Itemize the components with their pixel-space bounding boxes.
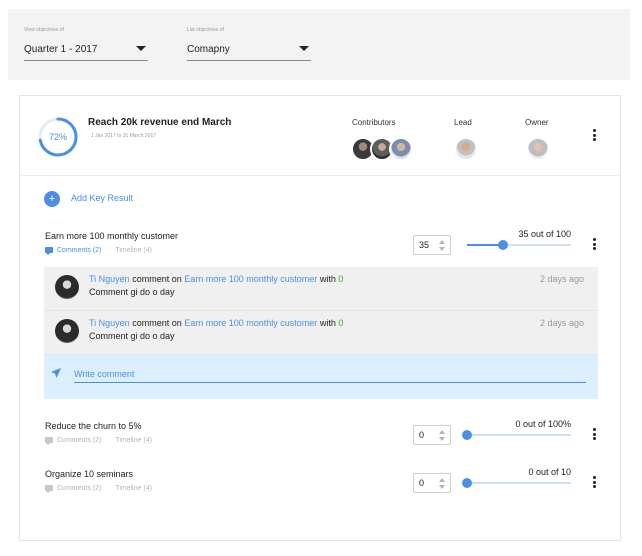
key-result-title[interactable]: Reduce the churn to 5% [45, 421, 142, 431]
stepper-value: 0 [419, 430, 425, 440]
key-result-meta: Comments (2) Timeline (4) [45, 485, 152, 493]
comment-verb: comment on [132, 274, 182, 284]
more-vertical-icon[interactable] [590, 476, 598, 490]
key-result-row: Earn more 100 monthly customer Comments … [20, 229, 620, 271]
key-result-title[interactable]: Earn more 100 monthly customer [45, 231, 178, 241]
contributors-label: Contributors [352, 118, 396, 127]
avatar[interactable] [454, 137, 478, 161]
caret-down-icon[interactable] [136, 46, 146, 51]
stepper-value: 0 [419, 478, 425, 488]
comments-count: Comments (2) [57, 437, 102, 444]
comments-count: Comments (2) [57, 247, 102, 254]
value-stepper[interactable]: 0 [413, 473, 451, 493]
progress-slider[interactable] [467, 240, 571, 250]
filter-bar: View objectives of Quarter 1 - 2017 List… [8, 9, 630, 80]
comment-author[interactable]: Ti Nguyen [89, 318, 130, 328]
more-vertical-icon[interactable] [590, 238, 598, 252]
key-result-title[interactable]: Organize 10 seminars [45, 469, 133, 479]
chat-bubble-icon [45, 247, 53, 255]
comment-target[interactable]: Earn more 100 monthly customer [184, 318, 317, 328]
slider-thumb[interactable] [498, 240, 509, 250]
progress-text: 0 out of 100% [515, 419, 571, 429]
slider-thumb[interactable] [462, 430, 472, 440]
more-vertical-icon[interactable] [590, 129, 598, 143]
view-objectives-filter[interactable]: View objectives of Quarter 1 - 2017 [24, 26, 148, 61]
comment-header: Ti Nguyen comment on Earn more 100 month… [89, 318, 343, 328]
comment-text: Comment gi do o day [89, 331, 175, 341]
send-icon[interactable] [50, 367, 62, 379]
timeline-link[interactable]: Timeline (4) [115, 485, 152, 492]
list-objectives-value: Comapny [187, 44, 230, 55]
avatar[interactable] [389, 137, 413, 161]
plus-icon: + [44, 191, 60, 207]
timeline-link[interactable]: Timeline (4) [115, 437, 152, 444]
view-objectives-label: View objectives of [24, 27, 64, 33]
key-result-meta: Comments (2) Timeline (4) [45, 437, 152, 445]
comment-with: with [319, 318, 336, 328]
progress-slider[interactable] [462, 478, 571, 488]
comment-with: with [319, 274, 336, 284]
chat-bubble-icon [45, 485, 53, 493]
comment-target[interactable]: Earn more 100 monthly customer [184, 274, 317, 284]
owner-label: Owner [525, 118, 549, 127]
key-result-row: Organize 10 seminars Comments (2) Timeli… [20, 467, 620, 509]
list-objectives-select[interactable]: Comapny [187, 39, 311, 61]
view-objectives-select[interactable]: Quarter 1 - 2017 [24, 39, 148, 61]
comment-text: Comment gi do o day [89, 287, 175, 297]
stepper-arrows-icon[interactable] [439, 240, 445, 251]
objective-progress-label: 72% [48, 132, 67, 142]
comment-header: Ti Nguyen comment on Earn more 100 month… [89, 274, 343, 284]
more-vertical-icon[interactable] [590, 428, 598, 442]
objective-title[interactable]: Reach 20k revenue end March [88, 117, 231, 128]
stepper-arrows-icon[interactable] [439, 430, 445, 441]
comment-time: 2 days ago [539, 318, 584, 328]
progress-text: 0 out of 10 [528, 467, 571, 477]
key-result-meta: Comments (2) Timeline (4) [45, 247, 152, 255]
objective-header: 72% Reach 20k revenue end March 1 Jan 20… [20, 96, 620, 176]
value-stepper[interactable]: 0 [413, 425, 451, 445]
avatar[interactable] [526, 137, 550, 161]
avatar[interactable] [55, 275, 79, 299]
objective-card: 72% Reach 20k revenue end March 1 Jan 20… [19, 95, 621, 541]
write-comment-box [44, 355, 598, 399]
comment-time: 2 days ago [539, 274, 584, 284]
key-result-row: Reduce the churn to 5% Comments (2) Time… [20, 419, 620, 461]
slider-thumb[interactable] [462, 478, 472, 488]
progress-slider[interactable] [462, 430, 571, 440]
chat-bubble-icon [45, 437, 53, 445]
comments-link[interactable]: Comments (2) [45, 247, 102, 255]
comment-value: 0 [338, 274, 344, 284]
comment-value: 0 [338, 318, 344, 328]
value-stepper[interactable]: 35 [413, 235, 451, 255]
comments-panel: Ti Nguyen comment on Earn more 100 month… [44, 267, 598, 399]
progress-text: 35 out of 100 [518, 229, 571, 239]
objective-dates: 1 Jan 2017 to 31 March 2017 [91, 133, 157, 139]
timeline-link[interactable]: Timeline (4) [115, 247, 152, 254]
stepper-arrows-icon[interactable] [439, 478, 445, 489]
comment-verb: comment on [132, 318, 182, 328]
comments-count: Comments (2) [57, 485, 102, 492]
comment-item: Ti Nguyen comment on Earn more 100 month… [44, 267, 598, 311]
add-key-result-label: Add Key Result [71, 193, 134, 203]
comments-link[interactable]: Comments (2) [45, 485, 102, 493]
view-objectives-value: Quarter 1 - 2017 [24, 44, 98, 55]
comment-item: Ti Nguyen comment on Earn more 100 month… [44, 311, 598, 355]
stepper-value: 35 [419, 240, 430, 250]
comments-link[interactable]: Comments (2) [45, 437, 102, 445]
caret-down-icon[interactable] [299, 46, 309, 51]
lead-label: Lead [454, 118, 472, 127]
write-comment-input[interactable] [74, 366, 586, 383]
avatar[interactable] [55, 319, 79, 343]
comment-author[interactable]: Ti Nguyen [89, 274, 130, 284]
list-objectives-label: List objectives of [187, 27, 224, 33]
list-objectives-filter[interactable]: List objectives of Comapny [187, 26, 311, 61]
